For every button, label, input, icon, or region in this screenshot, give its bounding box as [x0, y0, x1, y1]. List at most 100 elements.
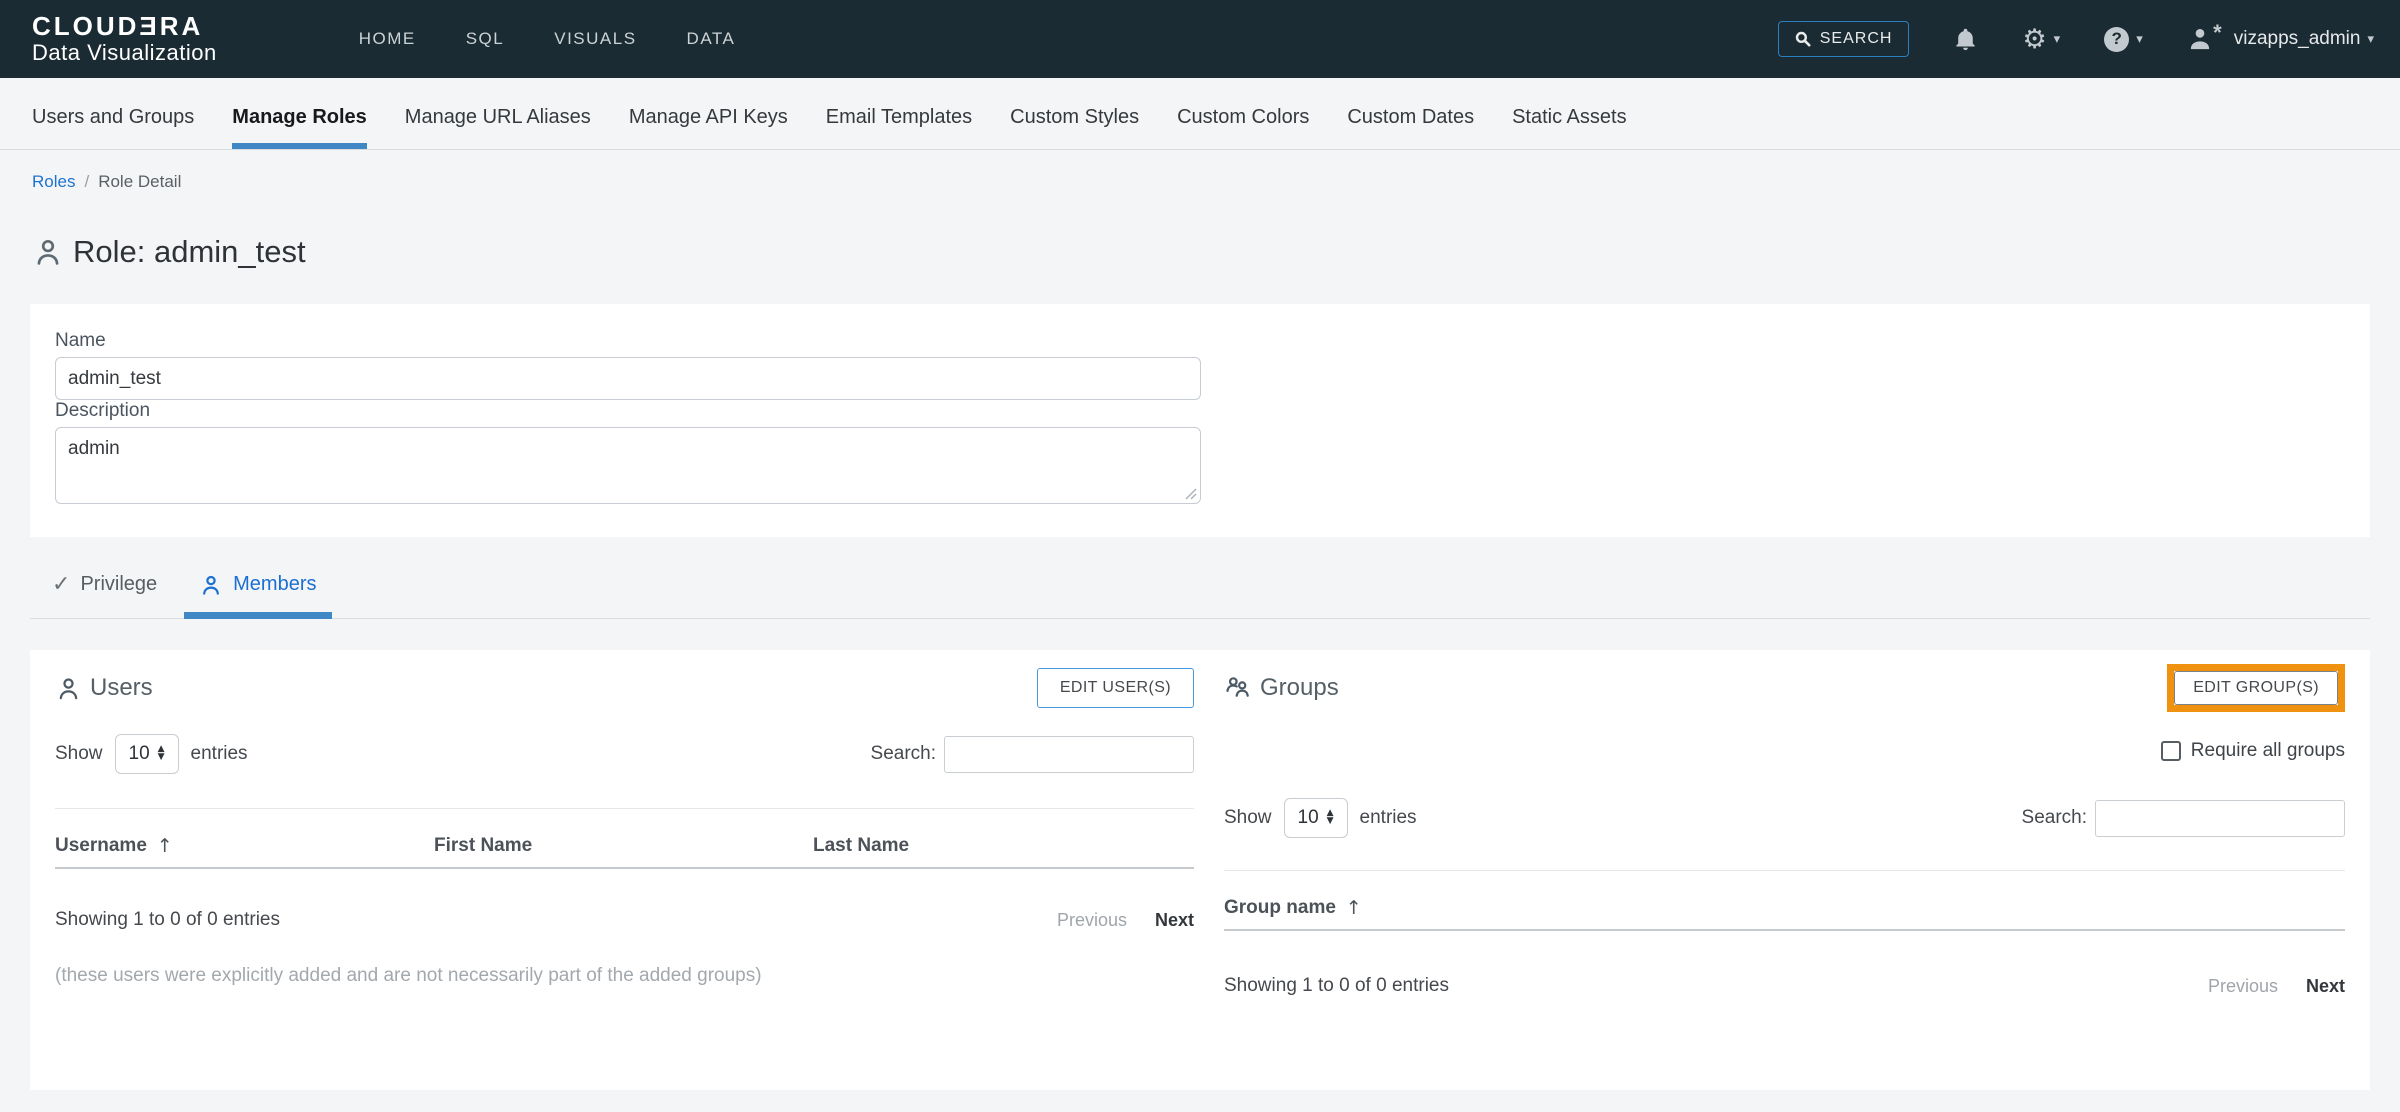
select-stepper-icon: ▲ ▼: [1327, 810, 1334, 825]
groups-column-group-name[interactable]: Group name ↑: [1224, 897, 2345, 919]
users-page-size-value: 10: [129, 743, 150, 765]
chevron-down-icon: ▾: [2054, 33, 2061, 46]
description-label: Description: [55, 400, 2345, 422]
users-column-username[interactable]: Username ↑: [55, 835, 434, 857]
edit-groups-button[interactable]: EDIT GROUP(S): [2174, 671, 2338, 705]
tab-manage-roles[interactable]: Manage Roles: [232, 86, 366, 149]
page-title: Role: admin_test: [32, 234, 2368, 270]
tab-manage-api-keys[interactable]: Manage API Keys: [629, 86, 788, 149]
brand-name: CLOUDƎRA: [32, 12, 217, 40]
groups-search-input[interactable]: [2095, 800, 2345, 837]
groups-page-size-control: Show 10 ▲ ▼ entries: [1224, 798, 1417, 838]
users-page-size-control: Show 10 ▲ ▼ entries: [55, 734, 248, 774]
breadcrumb-roles-link[interactable]: Roles: [32, 172, 75, 192]
groups-panel: Groups EDIT GROUP(S) Require all groups …: [1224, 666, 2345, 1060]
nav-data[interactable]: DATA: [685, 21, 738, 57]
cloudera-logo[interactable]: CLOUDƎRA Data Visualization: [32, 12, 217, 66]
tab-custom-dates[interactable]: Custom Dates: [1347, 86, 1474, 149]
groups-next-button[interactable]: Next: [2306, 976, 2345, 997]
tab-members[interactable]: Members: [184, 551, 331, 618]
role-form-card: Name Description admin: [30, 304, 2370, 537]
require-all-groups-label: Require all groups: [2191, 740, 2345, 762]
users-previous-button[interactable]: Previous: [1057, 910, 1127, 931]
name-label: Name: [55, 330, 2345, 352]
tab-custom-styles[interactable]: Custom Styles: [1010, 86, 1139, 149]
tab-email-templates[interactable]: Email Templates: [826, 86, 972, 149]
show-label: Show: [1224, 807, 1272, 829]
gear-icon: ⚙: [2022, 26, 2046, 53]
users-panel: Users EDIT USER(S) Show 10 ▲ ▼ entries S…: [55, 666, 1194, 1060]
members-card: Users EDIT USER(S) Show 10 ▲ ▼ entries S…: [30, 650, 2370, 1090]
search-button[interactable]: SEARCH: [1778, 21, 1910, 57]
nav-sql[interactable]: SQL: [464, 21, 507, 57]
textarea-resize-handle[interactable]: [1183, 486, 1197, 500]
breadcrumb-separator: /: [84, 172, 89, 192]
groups-table-header: Group name ↑: [1224, 870, 2345, 931]
users-column-last-name[interactable]: Last Name: [813, 835, 1194, 857]
nav-home[interactable]: HOME: [357, 21, 418, 57]
users-icon: [55, 675, 82, 702]
users-page-size-select[interactable]: 10 ▲ ▼: [115, 734, 179, 774]
main-nav: HOME SQL VISUALS DATA: [357, 21, 738, 57]
role-icon: [32, 236, 64, 268]
notifications-button[interactable]: [1953, 27, 1978, 52]
check-icon: ✓: [52, 572, 70, 597]
require-all-groups-checkbox[interactable]: [2161, 741, 2181, 761]
groups-title-label: Groups: [1260, 674, 1339, 702]
tab-manage-url-aliases[interactable]: Manage URL Aliases: [405, 86, 591, 149]
entries-label: entries: [191, 743, 248, 765]
user-icon: [2187, 26, 2213, 52]
entries-label: entries: [1360, 807, 1417, 829]
users-next-button[interactable]: Next: [1155, 910, 1194, 931]
users-note: (these users were explicitly added and a…: [55, 965, 1194, 987]
bell-icon: [1953, 27, 1978, 52]
groups-previous-button[interactable]: Previous: [2208, 976, 2278, 997]
edit-users-button[interactable]: EDIT USER(S): [1037, 668, 1194, 708]
navbar-actions: SEARCH ⚙ ▾ ? ▾ * vizapps_admin ▾: [1778, 21, 2374, 57]
groups-page-size-select[interactable]: 10 ▲ ▼: [1284, 798, 1348, 838]
user-menu-button[interactable]: * vizapps_admin ▾: [2187, 26, 2374, 52]
role-title: Role: admin_test: [73, 234, 306, 270]
users-search-label: Search:: [871, 743, 936, 765]
groups-page-size-value: 10: [1298, 807, 1319, 829]
help-menu-button[interactable]: ? ▾: [2104, 27, 2143, 52]
groups-icon: [1224, 674, 1252, 702]
users-table-summary: Showing 1 to 0 of 0 entries: [55, 909, 280, 931]
admin-asterisk-icon: *: [2213, 20, 2222, 46]
search-button-label: SEARCH: [1820, 30, 1893, 48]
username-label: vizapps_admin: [2234, 28, 2361, 50]
groups-table-summary: Showing 1 to 0 of 0 entries: [1224, 975, 1449, 997]
breadcrumb: Roles / Role Detail: [32, 172, 2368, 192]
name-input[interactable]: [55, 357, 1201, 400]
sort-ascending-icon: ↑: [1346, 897, 1362, 919]
chevron-down-icon: ▾: [2136, 33, 2143, 46]
settings-menu-button[interactable]: ⚙ ▾: [2022, 26, 2060, 53]
edit-groups-highlight: EDIT GROUP(S): [2167, 664, 2345, 712]
admin-tabbar: Users and Groups Manage Roles Manage URL…: [0, 78, 2400, 150]
tab-static-assets[interactable]: Static Assets: [1512, 86, 1627, 149]
users-table-header: Username ↑ First Name Last Name: [55, 808, 1194, 869]
users-title-label: Users: [90, 674, 153, 702]
breadcrumb-current: Role Detail: [98, 172, 181, 192]
groups-search-label: Search:: [2022, 807, 2087, 829]
help-icon: ?: [2104, 27, 2129, 52]
tab-members-label: Members: [233, 573, 316, 596]
tab-users-and-groups[interactable]: Users and Groups: [32, 86, 194, 149]
description-textarea[interactable]: admin: [55, 427, 1201, 504]
show-label: Show: [55, 743, 103, 765]
member-icon: [199, 573, 223, 597]
users-search-input[interactable]: [944, 736, 1194, 773]
tab-custom-colors[interactable]: Custom Colors: [1177, 86, 1309, 149]
tab-privilege-label: Privilege: [80, 573, 157, 596]
users-column-first-name[interactable]: First Name: [434, 835, 813, 857]
users-section-title: Users: [55, 674, 153, 702]
groups-section-title: Groups: [1224, 674, 1339, 702]
chevron-down-icon: ▾: [2367, 33, 2374, 46]
tab-privilege[interactable]: ✓ Privilege: [37, 551, 172, 618]
search-icon: [1795, 31, 1811, 47]
nav-visuals[interactable]: VISUALS: [552, 21, 638, 57]
top-navbar: CLOUDƎRA Data Visualization HOME SQL VIS…: [0, 0, 2400, 78]
description-value: admin: [68, 438, 120, 459]
role-detail-tabs: ✓ Privilege Members: [30, 537, 2370, 619]
brand-product: Data Visualization: [32, 40, 217, 66]
